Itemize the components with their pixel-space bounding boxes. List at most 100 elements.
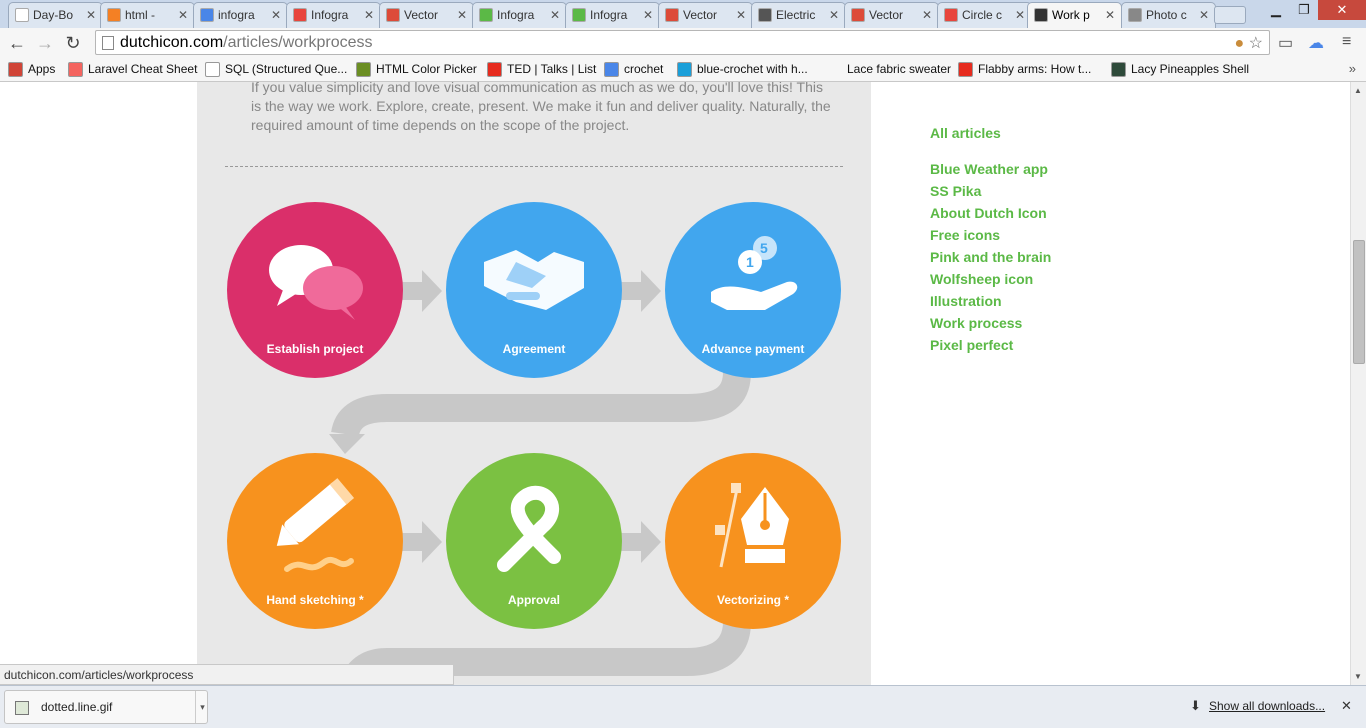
- bookmark-label: crochet: [624, 62, 664, 76]
- bookmark-label: blue-crochet with h...: [697, 62, 808, 76]
- red-square-icon: [944, 8, 958, 22]
- show-all-downloads-link[interactable]: Show all downloads...: [1209, 699, 1325, 713]
- vertical-scrollbar[interactable]: ▲ ▼: [1350, 82, 1366, 685]
- connector-path-1: [331, 370, 751, 438]
- tab[interactable]: html - ✕: [100, 2, 195, 28]
- bookmark-label: HTML Color Picker: [376, 62, 477, 76]
- bookmark-item[interactable]: blue-crochet with h...: [677, 62, 808, 77]
- green-g-icon: [572, 8, 586, 22]
- scroll-thumb[interactable]: [1353, 240, 1365, 364]
- sidebar-article-link[interactable]: Wolfsheep icon: [930, 268, 1051, 290]
- bookmarks-overflow-button[interactable]: »: [1349, 61, 1356, 76]
- bookmark-item[interactable]: HTML Color Picker: [356, 62, 477, 77]
- connector-arrowhead: [329, 434, 365, 454]
- bookmark-label: Flabby arms: How t...: [978, 62, 1092, 76]
- bookmark-item[interactable]: TED | Talks | List: [487, 62, 596, 77]
- tab[interactable]: Vector ✕: [379, 2, 474, 28]
- tab-close-icon[interactable]: ✕: [457, 8, 467, 22]
- sidebar-article-link[interactable]: SS Pika: [930, 180, 1051, 202]
- tab[interactable]: Photo c ✕: [1121, 2, 1216, 28]
- badge-number-one: 1: [746, 254, 754, 270]
- tab[interactable]: Infogra ✕: [565, 2, 660, 28]
- scroll-up-arrow-icon[interactable]: ▲: [1354, 86, 1362, 95]
- sidebar-article-link[interactable]: About Dutch Icon: [930, 202, 1051, 224]
- download-menu-button[interactable]: ▾: [195, 691, 209, 723]
- cookie-blocked-icon[interactable]: ●: [1235, 35, 1245, 52]
- tab[interactable]: Vector ✕: [844, 2, 939, 28]
- scroll-down-arrow-icon[interactable]: ▼: [1354, 672, 1362, 681]
- minimize-button[interactable]: ▁: [1262, 0, 1290, 20]
- star-icon[interactable]: ☆: [1249, 35, 1263, 52]
- process-step: Hand sketching *: [227, 453, 403, 629]
- tab-label: Work p: [1052, 8, 1090, 22]
- bookmark-item[interactable]: crochet: [604, 62, 664, 77]
- bookmark-item[interactable]: Lace fabric sweater: [847, 62, 951, 76]
- back-button[interactable]: ←: [6, 32, 28, 54]
- tab[interactable]: Work p ✕: [1027, 2, 1122, 28]
- tab-close-icon[interactable]: ✕: [829, 8, 839, 22]
- tab-label: Infogra: [497, 8, 535, 22]
- tab-close-icon[interactable]: ✕: [86, 8, 96, 22]
- tab-close-icon[interactable]: ✕: [1199, 8, 1209, 22]
- tab-close-icon[interactable]: ✕: [550, 8, 560, 22]
- forward-button[interactable]: →: [34, 32, 56, 54]
- sidebar-article-link[interactable]: Work process: [930, 312, 1051, 334]
- circuit-icon: [758, 8, 772, 22]
- close-shelf-icon[interactable]: ✕: [1341, 698, 1352, 714]
- tab-close-icon[interactable]: ✕: [178, 8, 188, 22]
- reload-button[interactable]: ↻: [62, 32, 84, 54]
- address-bar[interactable]: dutchicon.com/articles/workprocess ● ☆: [95, 30, 1270, 55]
- bookmark-item[interactable]: SQL (Structured Que...: [205, 62, 347, 77]
- all-articles-link[interactable]: All articles: [930, 122, 1051, 144]
- process-step: 1 5 Advance payment: [665, 202, 841, 378]
- cast-icon[interactable]: ▭: [1278, 33, 1293, 53]
- tab[interactable]: Day-Bo ✕: [8, 2, 103, 28]
- tab-label: Vector: [404, 8, 439, 22]
- download-filename: dotted.line.gif: [41, 700, 113, 714]
- tab-close-icon[interactable]: ✕: [1015, 8, 1025, 22]
- tab[interactable]: Circle c ✕: [937, 2, 1032, 28]
- tab[interactable]: Infogra ✕: [472, 2, 567, 28]
- tab-close-icon[interactable]: ✕: [922, 8, 932, 22]
- menu-icon[interactable]: ≡: [1342, 33, 1351, 51]
- tab-close-icon[interactable]: ✕: [736, 8, 746, 22]
- tab-close-icon[interactable]: ✕: [271, 8, 281, 22]
- tab[interactable]: Electric ✕: [751, 2, 846, 28]
- close-window-button[interactable]: ✕: [1318, 0, 1366, 20]
- tab-label: html -: [125, 8, 155, 22]
- chrome-icon: [665, 8, 679, 22]
- sidebar-article-link[interactable]: Pixel perfect: [930, 334, 1051, 356]
- bookmark-label: Apps: [28, 62, 56, 76]
- tab-close-icon[interactable]: ✕: [643, 8, 653, 22]
- tab-close-icon[interactable]: ✕: [1105, 8, 1115, 22]
- laravel-icon: [68, 62, 83, 77]
- bookmark-item[interactable]: Apps: [8, 62, 56, 77]
- lacy-icon: [1111, 62, 1126, 77]
- sidebar-article-link[interactable]: Blue Weather app: [930, 158, 1051, 180]
- sidebar-article-link[interactable]: Pink and the brain: [930, 246, 1051, 268]
- pencil-icon: [1128, 8, 1142, 22]
- tab-label: Day-Bo: [33, 8, 74, 22]
- status-bubble: dutchicon.com/articles/workprocess: [0, 664, 454, 685]
- article-content: If you value simplicity and love visual …: [197, 82, 871, 685]
- ted-icon: [487, 62, 502, 77]
- bookmark-item[interactable]: Flabby arms: How t...: [958, 62, 1092, 77]
- bookmark-item[interactable]: Lacy Pineapples Shell: [1111, 62, 1249, 77]
- sidebar-nav: All articles Blue Weather app SS Pika Abou…: [930, 122, 1051, 356]
- bookmark-item[interactable]: Laravel Cheat Sheet: [68, 62, 197, 77]
- tab[interactable]: Infogra ✕: [286, 2, 381, 28]
- sidebar-article-link[interactable]: Illustration: [930, 290, 1051, 312]
- process-step: Establish project: [227, 202, 403, 378]
- cloud-icon[interactable]: ☁: [1308, 33, 1324, 53]
- green-g-icon: [479, 8, 493, 22]
- tab[interactable]: infogra ✕: [193, 2, 288, 28]
- chrome-icon: [386, 8, 400, 22]
- sidebar-article-link[interactable]: Free icons: [930, 224, 1051, 246]
- download-item[interactable]: dotted.line.gif ▾: [4, 690, 208, 724]
- tab-label: Vector: [683, 8, 718, 22]
- tab-close-icon[interactable]: ✕: [364, 8, 374, 22]
- tab[interactable]: Vector ✕: [658, 2, 753, 28]
- restore-button[interactable]: ❐: [1290, 0, 1318, 20]
- new-tab-button[interactable]: [1214, 6, 1246, 24]
- w3-icon: [356, 62, 371, 77]
